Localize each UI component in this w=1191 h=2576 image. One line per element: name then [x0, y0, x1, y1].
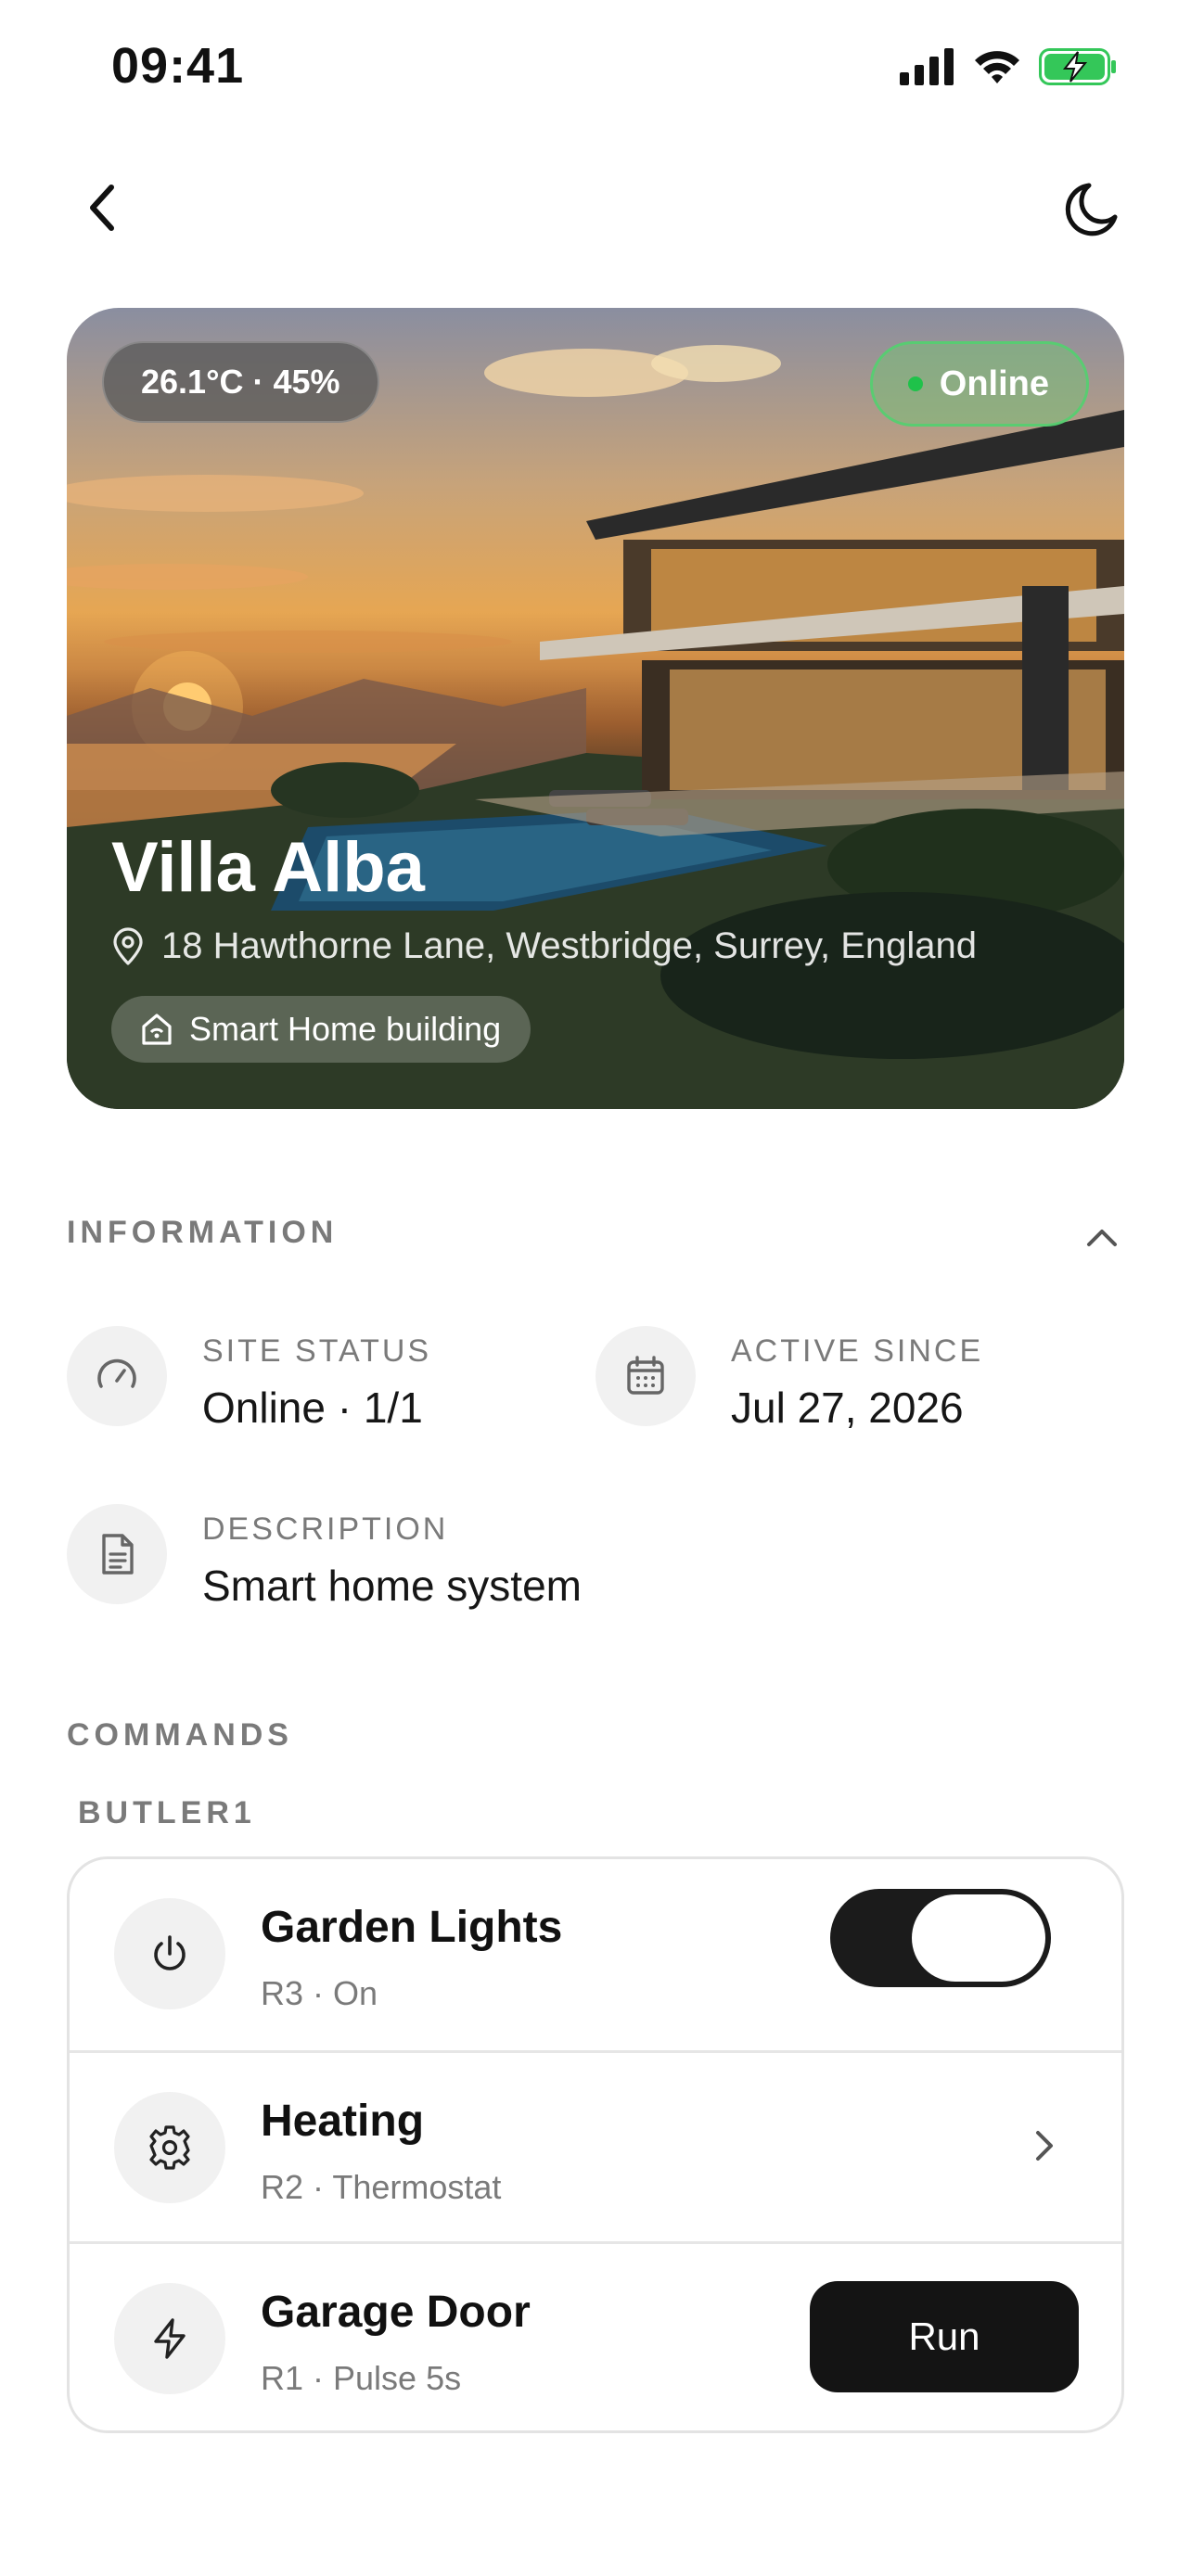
info-label: SITE STATUS [202, 1333, 432, 1369]
command-row-heating[interactable]: Heating R2 · Thermostat [70, 2050, 1121, 2241]
command-icon-wrap [114, 1898, 225, 2009]
command-subtitle: R2 · Thermostat [261, 2168, 502, 2206]
commands-card: Garden Lights R3 · On Heating R2 · Therm… [67, 1856, 1124, 2433]
command-title: Heating [261, 2097, 425, 2146]
weather-chip: 26.1°C · 45% [102, 341, 379, 423]
info-value: Online · 1/1 [202, 1384, 423, 1432]
power-icon [154, 1935, 186, 1970]
info-site-status: SITE STATUS Online · 1/1 [67, 1326, 431, 1433]
info-icon-wrap [67, 1326, 167, 1426]
calendar-icon [627, 1356, 664, 1395]
site-address-text: 18 Hawthorne Lane, Westbridge, Surrey, E… [161, 925, 978, 966]
lightning-icon [154, 2318, 186, 2359]
online-status-badge: Online [869, 341, 1089, 427]
command-icon-wrap [114, 2092, 225, 2203]
info-description: DESCRIPTION Smart home system [67, 1504, 582, 1611]
site-address: 18 Hawthorne Lane, Westbridge, Surrey, E… [111, 925, 977, 967]
status-bar: 09:41 [0, 0, 1191, 139]
chevron-up-icon[interactable] [1080, 1215, 1124, 1259]
command-row-garage-door: Garage Door R1 · Pulse 5s Run [70, 2241, 1121, 2430]
toggle-knob [912, 1894, 1045, 1982]
moon-icon [1065, 183, 1118, 236]
location-pin-icon [113, 926, 143, 965]
command-icon-wrap [114, 2283, 225, 2394]
smart-home-icon [142, 1014, 172, 1045]
status-icons [900, 46, 1117, 87]
info-icon-wrap [596, 1326, 696, 1426]
battery-charging-icon [1039, 48, 1116, 85]
site-title: Villa Alba [111, 828, 425, 907]
info-value: Jul 27, 2026 [731, 1384, 964, 1432]
device-group-label: BUTLER1 [78, 1795, 256, 1830]
command-subtitle: R1 · Pulse 5s [261, 2359, 462, 2397]
info-icon-wrap [67, 1504, 167, 1604]
run-button[interactable]: Run [810, 2281, 1079, 2392]
info-label: DESCRIPTION [202, 1511, 449, 1547]
info-active-since: ACTIVE SINCE Jul 27, 2026 [596, 1326, 983, 1433]
status-dot [907, 376, 923, 391]
gauge-icon [97, 1358, 136, 1388]
chevron-left-icon [90, 185, 114, 231]
commands-header: COMMANDS [67, 1717, 293, 1753]
back-button[interactable] [67, 172, 137, 243]
info-label: ACTIVE SINCE [731, 1333, 984, 1369]
building-type-label: Smart Home building [189, 1010, 502, 1048]
information-header[interactable]: INFORMATION [67, 1215, 338, 1251]
garden-lights-toggle[interactable] [830, 1889, 1051, 1987]
online-status-label: Online [939, 363, 1049, 403]
villa-photo [67, 345, 1124, 1109]
command-title: Garage Door [261, 2288, 531, 2337]
command-subtitle: R3 · On [261, 1974, 378, 2012]
cellular-signal-icon [900, 48, 954, 85]
command-title: Garden Lights [261, 1903, 563, 1952]
wifi-icon [975, 51, 1019, 83]
command-row-garden-lights[interactable]: Garden Lights R3 · On [70, 1859, 1121, 2050]
chevron-right-icon[interactable] [1021, 2123, 1066, 2168]
status-time: 09:41 [111, 38, 245, 94]
document-icon [102, 1534, 134, 1575]
building-type-chip: Smart Home building [111, 996, 531, 1063]
info-value: Smart home system [202, 1562, 582, 1610]
gear-icon [149, 2125, 190, 2170]
theme-toggle-button[interactable] [1057, 172, 1132, 247]
site-hero-card[interactable]: 26.1°C · 45% Online Villa Alba 18 Hawtho… [67, 308, 1124, 1109]
